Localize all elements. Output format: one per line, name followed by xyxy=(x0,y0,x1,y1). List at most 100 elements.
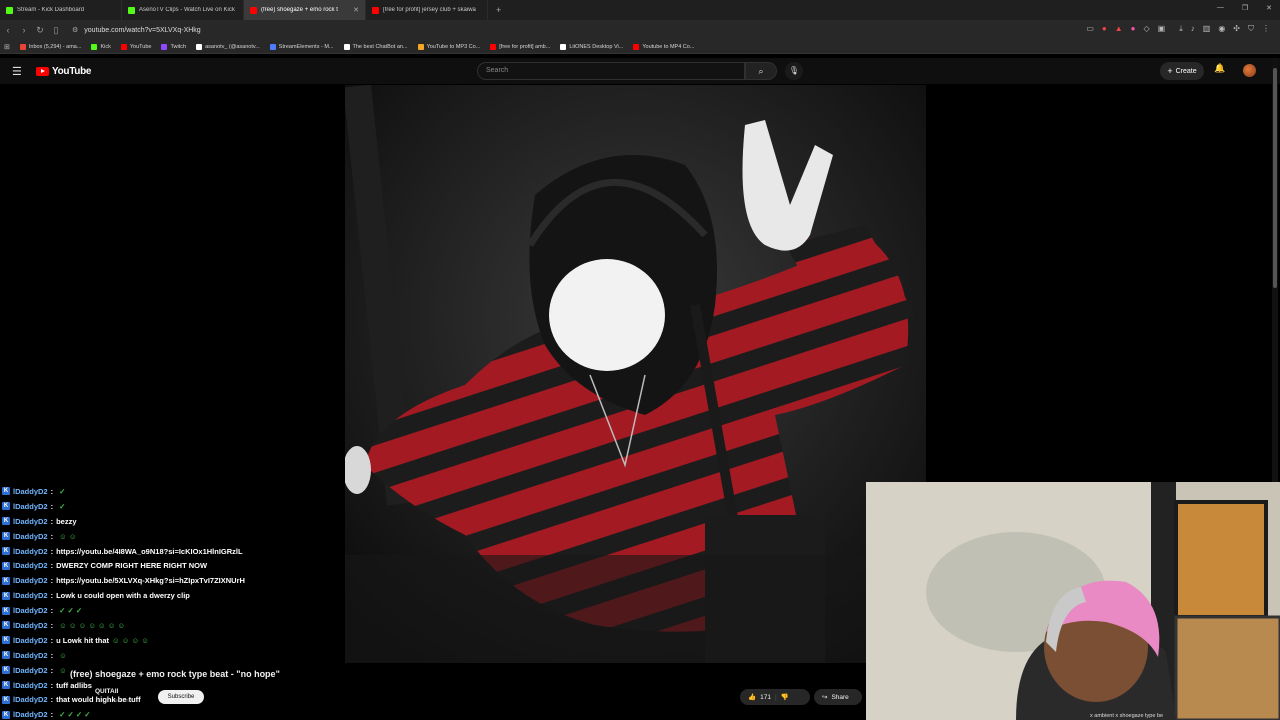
kick-badge-icon: K xyxy=(2,606,10,615)
share-button[interactable]: ↪ Share xyxy=(814,689,862,705)
apps-grid-icon[interactable]: ⊞ xyxy=(4,43,10,51)
extensions-area: ▭ ● ▲ ● ◇ ▣ ⤓ ♪ ▥ ◉ ✣ ⛉ ⋮ xyxy=(1086,24,1270,34)
chat-message: KlDaddyD2: bezzy xyxy=(2,514,342,529)
account-avatar[interactable] xyxy=(1243,64,1256,77)
notifications-bell-icon[interactable]: 🔔 xyxy=(1214,63,1225,74)
chat-text: https://youtu.be/5XLVXq-XHkg?si=hZIpxTvI… xyxy=(56,576,245,586)
chat-text: bezzy xyxy=(56,516,77,526)
chat-text: u Lowk hit that xyxy=(56,635,110,645)
chat-username: lDaddyD2 xyxy=(13,531,48,541)
extension-pink-icon[interactable]: ● xyxy=(1131,24,1136,34)
bookmark-item[interactable]: Kick xyxy=(91,43,111,50)
bookmark-favicon xyxy=(343,43,350,50)
search-button[interactable]: ⌕ xyxy=(745,62,777,80)
chat-separator: : xyxy=(50,650,54,660)
close-window-icon[interactable]: ✕ xyxy=(1266,4,1272,12)
chat-text: https://youtu.be/4I8WA_o9N18?si=IcKIOx1H… xyxy=(56,546,243,556)
chat-message: KlDaddyD2: https://youtu.be/5XLVXq-XHkg?s… xyxy=(2,573,342,588)
back-icon[interactable]: ‹ xyxy=(0,25,16,35)
chat-message: KlDaddyD2: ✓ xyxy=(2,484,342,499)
chat-username: lDaddyD2 xyxy=(13,665,48,675)
bookmark-label: asanotv_ (@asanotv... xyxy=(205,43,260,50)
bookmark-item[interactable]: Inbox (5,294) - ama... xyxy=(19,43,82,50)
extension-icon[interactable]: ◇ xyxy=(1143,24,1149,34)
kick-badge-icon: K xyxy=(2,561,10,570)
browser-tab[interactable]: AsenoTV Clips - Watch Live on Kick xyxy=(122,0,244,20)
extension-red-icon[interactable]: ● xyxy=(1102,24,1107,34)
scrollbar-thumb[interactable] xyxy=(1273,68,1277,288)
sidebar-icon[interactable]: ▥ xyxy=(1203,24,1211,34)
forward-icon[interactable]: › xyxy=(16,25,32,35)
url-field[interactable]: ⚙ youtube.com/watch?v=5XLVXq-XHkg xyxy=(72,26,201,35)
bookmark-item[interactable]: [free for profit] amb... xyxy=(490,43,550,50)
bookmark-favicon xyxy=(19,43,26,50)
close-tab-icon[interactable]: ✕ xyxy=(353,6,359,14)
bookmark-item[interactable]: StreamElements - M... xyxy=(269,43,334,50)
chat-emotes: ☺ xyxy=(59,650,67,660)
download-icon[interactable]: ⤓ xyxy=(1179,24,1183,34)
like-count[interactable]: 171 xyxy=(760,694,771,701)
extension-puzzle-icon[interactable]: ▣ xyxy=(1158,24,1166,34)
thumbs-down-icon[interactable]: 👎 xyxy=(781,693,789,701)
browser-tab[interactable]: [free for profit] jersey club + skaiwa xyxy=(366,0,488,20)
voice-search-button[interactable]: 🎙 xyxy=(785,62,803,80)
chat-emotes: ☺ ☺ xyxy=(59,531,77,541)
bookmark-item[interactable]: asanotv_ (@asanotv... xyxy=(196,43,260,50)
minimize-icon[interactable]: — xyxy=(1217,4,1224,12)
browser-address-bar: ‹ › ↻ ▯ ⚙ youtube.com/watch?v=5XLVXq-XHk… xyxy=(0,20,1280,40)
bookmark-item[interactable]: YouTube to MP3 Co... xyxy=(417,43,480,50)
reload-icon[interactable]: ↻ xyxy=(32,25,48,36)
bookmark-label: The best ChatBot an... xyxy=(352,43,408,50)
profile-icon[interactable]: ◉ xyxy=(1218,24,1225,34)
puzzle-icon[interactable]: ✣ xyxy=(1233,24,1240,34)
chat-username: lDaddyD2 xyxy=(13,695,48,705)
chat-username: lDaddyD2 xyxy=(13,591,48,601)
bookmark-page-icon[interactable]: ▯ xyxy=(48,25,64,36)
kick-badge-icon: K xyxy=(2,681,10,690)
tab-title: (free) shoegaze + emo rock t xyxy=(261,7,338,13)
chat-separator: : xyxy=(50,695,54,705)
kick-icon xyxy=(6,6,13,14)
tab-title: AsenoTV Clips - Watch Live on Kick xyxy=(139,7,235,13)
bookmark-item[interactable]: LitONES Desktop Vi... xyxy=(560,43,623,50)
window-controls: — ❐ ✕ xyxy=(1217,4,1272,12)
menu-dots-icon[interactable]: ⋮ xyxy=(1262,24,1270,34)
new-tab-button[interactable]: + xyxy=(488,5,509,15)
youtube-logo[interactable]: YouTube xyxy=(36,66,92,77)
webcam-feed-image xyxy=(866,482,1280,720)
create-label: Create xyxy=(1175,67,1197,75)
extension-warning-icon[interactable]: ▲ xyxy=(1115,24,1123,34)
search-input[interactable]: Search xyxy=(477,62,745,80)
menu-icon[interactable]: ☰ xyxy=(12,65,22,78)
bookmark-item[interactable]: Youtube to MP4 Co... xyxy=(633,43,694,50)
video-player[interactable] xyxy=(345,85,926,663)
chat-message: KlDaddyD2: ☺ xyxy=(2,648,342,663)
browser-tab[interactable]: (free) shoegaze + emo rock t ✕ xyxy=(244,0,366,20)
restore-icon[interactable]: ❐ xyxy=(1242,4,1248,12)
kick-badge-icon: K xyxy=(2,666,10,675)
bookmark-favicon xyxy=(196,43,203,50)
chat-username: lDaddyD2 xyxy=(13,546,48,556)
chat-text: that would highk be tuff xyxy=(56,695,141,705)
chat-emotes: ✓ xyxy=(59,486,66,496)
kick-badge-icon: K xyxy=(2,695,10,704)
create-button[interactable]: + Create xyxy=(1160,62,1204,80)
chat-separator: : xyxy=(50,576,54,586)
stream-caption: x ambient x shoegaze type be xyxy=(1090,713,1164,719)
bookmark-item[interactable]: Twitch xyxy=(161,43,186,50)
bookmark-label: YouTube xyxy=(129,43,152,50)
chat-separator: : xyxy=(50,486,54,496)
bookmark-item[interactable]: YouTube xyxy=(120,43,152,50)
shield-icon[interactable]: ⛉ xyxy=(1248,24,1254,34)
browser-tab-bar: Stream - Kick Dashboard AsenoTV Clips - W… xyxy=(0,0,1280,20)
browser-tab[interactable]: Stream - Kick Dashboard xyxy=(0,0,122,20)
media-icon[interactable]: ♪ xyxy=(1191,24,1195,34)
bookmark-label: Inbox (5,294) - ama... xyxy=(28,43,82,50)
thumbs-up-icon[interactable]: 👍 xyxy=(748,693,756,701)
chat-separator: : xyxy=(50,516,54,526)
site-info-icon[interactable]: ⚙ xyxy=(72,26,78,34)
bookmark-item[interactable]: The best ChatBot an... xyxy=(343,43,408,50)
stream-chat-overlay: KlDaddyD2: ✓ KlDaddyD2: ✓ KlDaddyD2: bezzy KlD… xyxy=(2,484,342,720)
kick-badge-icon: K xyxy=(2,591,10,600)
cast-icon[interactable]: ▭ xyxy=(1086,24,1094,34)
